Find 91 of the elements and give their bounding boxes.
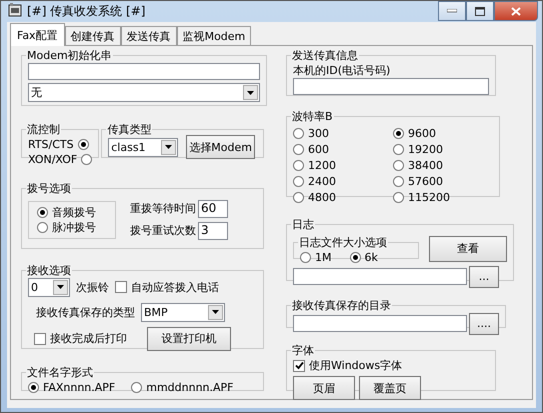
checkbox-label: 自动应答拨入电话 <box>131 280 219 295</box>
field-label: 本机的ID(电话号码) <box>293 64 390 77</box>
radio-label: 1200 <box>308 158 336 173</box>
radio-label: 19200 <box>408 142 443 157</box>
checkbox-label: 接收完成后打印 <box>50 331 127 346</box>
minimize-button[interactable] <box>438 1 466 21</box>
radio-label: 9600 <box>408 126 436 141</box>
radio-label: 6k <box>364 250 378 264</box>
group-title: 流控制 <box>26 122 61 138</box>
radio-button[interactable] <box>293 176 304 187</box>
radio-label: 300 <box>308 126 329 141</box>
radio-label: mmddnnnn.APF <box>146 380 234 395</box>
checkbox[interactable] <box>293 360 305 372</box>
caret-icon <box>161 140 176 155</box>
radio-label: 音频拨号 <box>52 204 96 220</box>
maximize-button[interactable] <box>466 1 494 21</box>
radio-label: 4800 <box>308 190 336 205</box>
radio-button[interactable] <box>28 382 39 393</box>
radio-button[interactable] <box>393 176 404 187</box>
radio-label: 38400 <box>408 158 443 173</box>
radio-button[interactable] <box>393 144 404 155</box>
checkbox-label: 使用Windows字体 <box>309 358 402 373</box>
radio-button[interactable] <box>37 206 48 218</box>
window-title: [#] 传真收发系统 [#] <box>27 3 146 20</box>
group-title: Modem初始化串 <box>26 48 113 63</box>
radio-button[interactable] <box>393 128 404 139</box>
field-label: 重拨等待时间 <box>130 201 196 216</box>
input-field[interactable] <box>293 78 489 95</box>
dropdown[interactable]: BMP <box>141 302 225 322</box>
rings-label: 次振铃 <box>76 280 109 295</box>
group-title: 字体 <box>291 343 315 358</box>
radio-button[interactable] <box>293 144 304 155</box>
caret-icon <box>53 280 68 295</box>
radio-button[interactable] <box>81 154 92 166</box>
radio-button[interactable] <box>293 192 304 203</box>
radio-label: FAXnnnn.APF <box>43 380 116 395</box>
radio-label: 600 <box>308 142 329 157</box>
group-title: 文件名字形式 <box>26 365 94 380</box>
dropdown[interactable]: 0 <box>28 278 70 297</box>
font-button[interactable]: 页眉 <box>293 376 355 400</box>
radio-label: XON/XOF <box>28 152 78 168</box>
radio-label: RTS/CTS <box>28 137 74 152</box>
browse-button[interactable]: .... <box>469 312 499 335</box>
group-title: 拨号选项 <box>26 180 72 196</box>
input-field[interactable]: 60 <box>198 200 228 218</box>
group-title: 接收选项 <box>26 262 72 278</box>
radio-button[interactable] <box>293 160 304 171</box>
minimize-icon <box>447 9 457 13</box>
browse-button[interactable]: ... <box>469 266 499 288</box>
checkbox[interactable] <box>34 332 46 345</box>
input-field[interactable] <box>293 268 467 285</box>
checkbox[interactable] <box>115 281 127 294</box>
caret-icon <box>208 304 223 320</box>
radio-button[interactable] <box>393 192 404 203</box>
tab[interactable]: 创建传真 <box>64 26 121 45</box>
close-button[interactable] <box>494 1 538 21</box>
radio-button[interactable] <box>78 139 89 150</box>
radio-button[interactable] <box>37 222 48 232</box>
radio-label: 57600 <box>408 174 443 189</box>
printer-settings-button[interactable]: 设置打印机 <box>147 326 231 351</box>
group-title: 发送传真信息 <box>291 48 359 63</box>
close-icon <box>511 6 521 16</box>
dropdown[interactable]: class1 <box>108 138 178 157</box>
tab[interactable]: 发送传真 <box>120 26 177 45</box>
font-button[interactable]: 覆盖页 <box>359 376 421 400</box>
radio-label: 1M <box>315 250 332 264</box>
group-title: 日志 <box>291 216 315 232</box>
radio-button[interactable] <box>293 128 304 139</box>
radio-label: 脉冲拨号 <box>52 220 96 234</box>
radio-button[interactable] <box>300 252 311 262</box>
select-modem-button[interactable]: 选择Modem <box>186 135 255 160</box>
group-title: 传真类型 <box>106 122 152 138</box>
input-field[interactable]: 3 <box>198 222 228 240</box>
input-field[interactable] <box>293 315 467 332</box>
group-title: 波特率B <box>291 109 334 124</box>
caret-icon <box>243 85 258 100</box>
input-field[interactable] <box>28 63 260 80</box>
radio-label: 115200 <box>408 190 450 205</box>
field-label: 拨号重试次数 <box>130 223 196 238</box>
tab[interactable]: Fax配置 <box>10 23 65 46</box>
tab[interactable]: 监视Modem <box>176 26 252 45</box>
maximize-icon <box>475 6 485 16</box>
radio-button[interactable] <box>131 382 142 393</box>
view-button[interactable]: 查看 <box>429 236 507 262</box>
group-title: 接收传真保存的目录 <box>291 298 392 313</box>
field-label: 接收传真保存的类型 <box>36 304 135 320</box>
group-title: 日志文件大小选项 <box>298 234 388 250</box>
radio-label: 2400 <box>308 174 336 189</box>
radio-button[interactable] <box>350 252 360 262</box>
dropdown[interactable]: 无 <box>28 83 260 102</box>
radio-button[interactable] <box>393 160 404 171</box>
